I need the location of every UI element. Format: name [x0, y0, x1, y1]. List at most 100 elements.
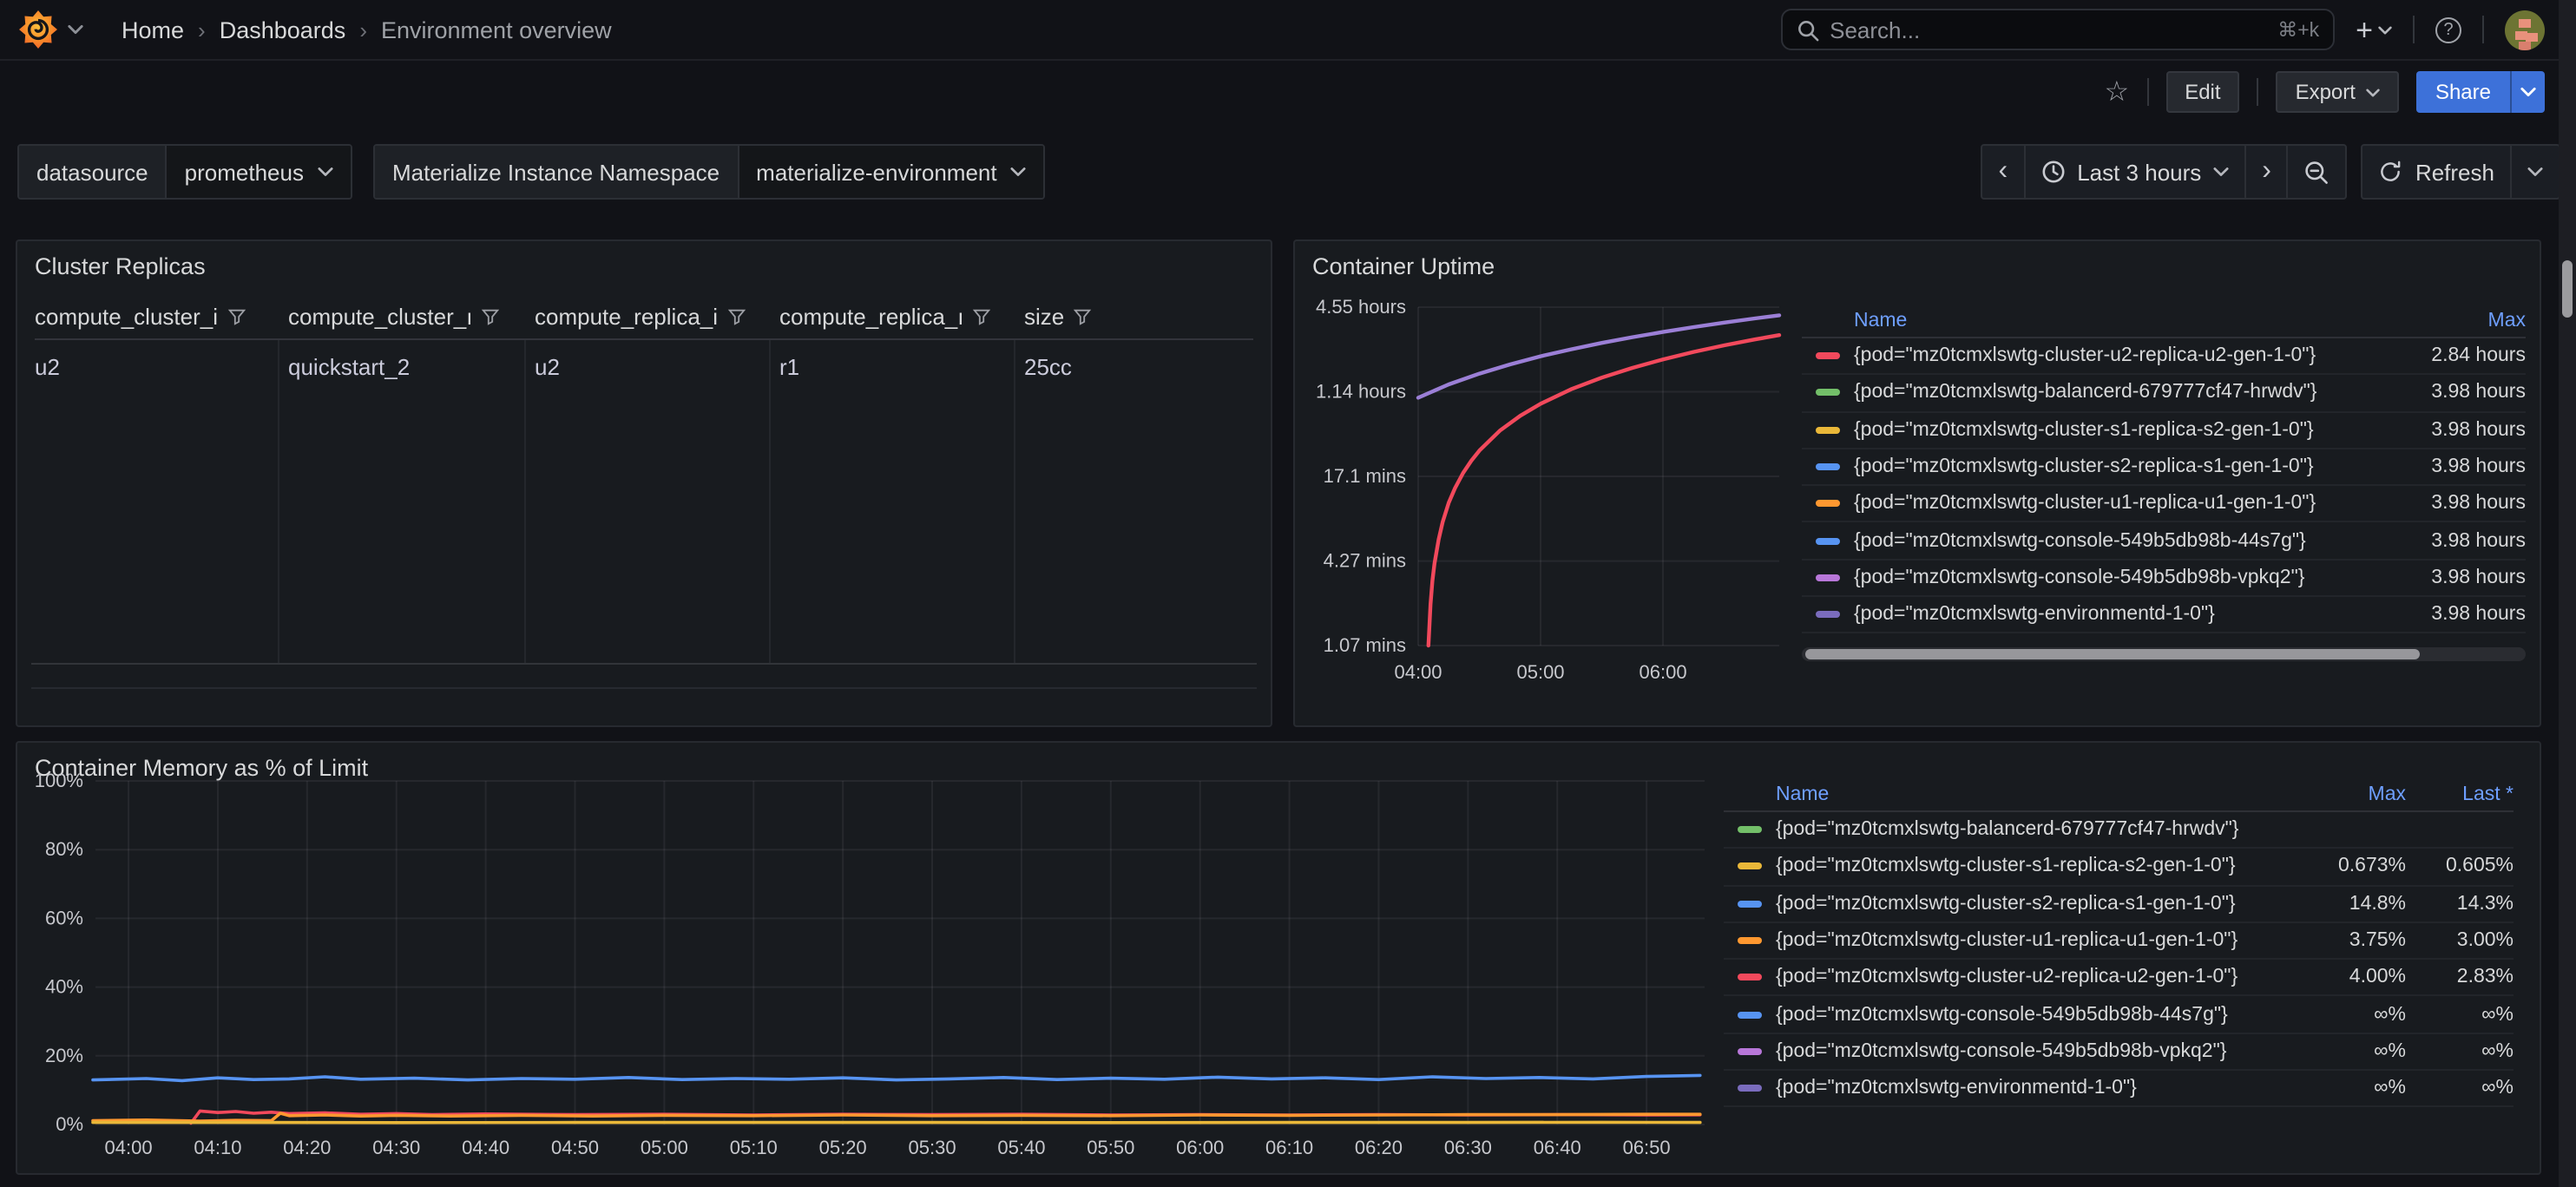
edit-label: Edit [2185, 80, 2220, 104]
divider [2257, 78, 2259, 106]
legend-series-name[interactable]: {pod="mz0tcmxlswtg-environmentd-1-0"} [1854, 604, 2404, 625]
legend-max-value: 3.98 hours [2404, 456, 2526, 477]
share-button[interactable]: Share [2416, 71, 2510, 113]
time-shift-forward-button[interactable]: › [2244, 146, 2287, 198]
legend-row: {pod="mz0tcmxlswtg-cluster-s1-replica-s2… [1802, 412, 2526, 449]
table-cell: r1 [779, 354, 1024, 380]
x-axis-tick-label: 06:50 [1623, 1137, 1671, 1158]
page-scrollbar-thumb[interactable] [2562, 260, 2573, 318]
legend-last-header[interactable]: Last * [2406, 784, 2514, 804]
y-axis-tick-label: 80% [45, 838, 83, 860]
legend-name-header[interactable]: Name [1776, 784, 2305, 804]
export-button[interactable]: Export [2277, 71, 2399, 113]
scrollbar-thumb[interactable] [1805, 650, 2421, 660]
grafana-dashboard: Home › Dashboards › Environment overview… [0, 0, 2576, 1187]
column-header-compute_cluster_ı[interactable]: compute_cluster_ı [288, 304, 535, 330]
y-axis-tick-label: 1.14 hours [1316, 381, 1406, 403]
chevron-left-icon: ‹ [1999, 158, 2008, 186]
variable-datasource-label: datasource [19, 146, 166, 198]
legend-max-header[interactable]: Max [2305, 784, 2406, 804]
series-color-dash-icon [1738, 900, 1762, 907]
table-row: u2quickstart_2u2r125cc [35, 354, 1267, 380]
filter-funnel-icon[interactable] [972, 307, 991, 326]
legend-series-name[interactable]: {pod="mz0tcmxlswtg-cluster-s1-replica-s2… [1776, 856, 2305, 877]
legend-series-name[interactable]: {pod="mz0tcmxlswtg-console-549b5db98b-vp… [1776, 1041, 2305, 1062]
x-axis-tick-label: 05:30 [909, 1137, 956, 1158]
legend-series-name[interactable]: {pod="mz0tcmxlswtg-cluster-u1-replica-u1… [1854, 494, 2404, 515]
share-dropdown-button[interactable] [2510, 71, 2545, 113]
add-new-button[interactable]: + [2356, 15, 2392, 44]
column-header-compute_cluster_i[interactable]: compute_cluster_i [35, 304, 288, 330]
legend-series-name[interactable]: {pod="mz0tcmxlswtg-cluster-u2-replica-u2… [1854, 345, 2404, 366]
breadcrumb-home[interactable]: Home [122, 16, 184, 43]
legend-row: {pod="mz0tcmxlswtg-balancerd-679777cf47-… [1724, 812, 2514, 849]
edit-button[interactable]: Edit [2165, 71, 2239, 113]
refresh-interval-button[interactable] [2510, 146, 2559, 198]
x-axis-tick-label: 04:10 [194, 1137, 241, 1158]
clock-icon [2040, 160, 2065, 184]
legend-series-name[interactable]: {pod="mz0tcmxlswtg-cluster-s1-replica-s2… [1854, 419, 2404, 440]
time-range-picker[interactable]: Last 3 hours [2023, 146, 2244, 198]
filter-funnel-icon[interactable] [1073, 307, 1092, 326]
y-axis-tick-label: 100% [35, 770, 83, 791]
column-header-compute_replica_ı[interactable]: compute_replica_ı [779, 304, 1024, 330]
legend-series-name[interactable]: {pod="mz0tcmxlswtg-environmentd-1-0"} [1776, 1078, 2305, 1098]
series-color-dash-icon [1738, 863, 1762, 870]
filter-funnel-icon[interactable] [726, 307, 746, 326]
variable-datasource-select[interactable]: prometheus [166, 146, 351, 198]
legend-name-header[interactable]: Name [1854, 310, 2404, 331]
legend-series-name[interactable]: {pod="mz0tcmxlswtg-cluster-u1-replica-u1… [1776, 930, 2305, 951]
user-avatar[interactable] [2505, 10, 2545, 49]
series-color-dash-icon [1738, 1048, 1762, 1055]
grafana-logo-button[interactable] [17, 9, 83, 50]
series-color-dash-icon [1816, 501, 1840, 508]
breadcrumb-separator-icon: › [198, 16, 206, 43]
legend-series-name[interactable]: {pod="mz0tcmxlswtg-cluster-s2-replica-s1… [1776, 893, 2305, 914]
y-axis-tick-label: 40% [45, 976, 83, 998]
legend-max-value: 3.98 hours [2404, 567, 2526, 588]
legend-max-value: ∞% [2305, 1041, 2406, 1062]
column-header-compute_replica_i[interactable]: compute_replica_i [535, 304, 779, 330]
refresh-button[interactable]: Refresh [2363, 146, 2510, 198]
breadcrumb-dashboards[interactable]: Dashboards [220, 16, 346, 43]
divider [2413, 16, 2415, 43]
legend-series-name[interactable]: {pod="mz0tcmxlswtg-balancerd-679777cf47-… [1776, 819, 2305, 840]
panel-container-memory: Container Memory as % of Limit 0%20%40%6… [16, 741, 2541, 1175]
memory-legend: Name Max Last * {pod="mz0tcmxlswtg-balan… [1724, 777, 2514, 1108]
column-separator [1014, 340, 1015, 663]
legend-series-name[interactable]: {pod="mz0tcmxlswtg-cluster-u2-replica-u2… [1776, 967, 2305, 988]
legend-max-value: 3.75% [2305, 930, 2406, 951]
panel-title: Container Uptime [1312, 253, 1495, 279]
legend-series-name[interactable]: {pod="mz0tcmxlswtg-cluster-s2-replica-s1… [1854, 456, 2404, 477]
legend-max-header[interactable]: Max [2404, 310, 2526, 331]
chevron-down-icon [2378, 25, 2392, 34]
legend-max-value: 3.98 hours [2404, 530, 2526, 551]
x-axis-tick-label: 06:30 [1444, 1137, 1492, 1158]
legend-series-name[interactable]: {pod="mz0tcmxlswtg-console-549b5db98b-vp… [1854, 567, 2404, 588]
y-axis-tick-label: 1.07 mins [1324, 634, 1406, 656]
legend-series-name[interactable]: {pod="mz0tcmxlswtg-console-549b5db98b-44… [1776, 1004, 2305, 1025]
legend-row: {pod="mz0tcmxlswtg-console-549b5db98b-vp… [1724, 1034, 2514, 1072]
legend-max-value: ∞% [2305, 1004, 2406, 1025]
legend-max-value: 2.84 hours [2404, 345, 2526, 366]
legend-series-name[interactable]: {pod="mz0tcmxlswtg-balancerd-679777cf47-… [1854, 383, 2404, 403]
zoom-out-button[interactable] [2287, 146, 2346, 198]
legend-row: {pod="mz0tcmxlswtg-console-549b5db98b-44… [1724, 997, 2514, 1034]
filter-funnel-icon[interactable] [481, 307, 500, 326]
nav-chevron-down-icon[interactable] [68, 24, 83, 35]
chevron-down-icon [2520, 87, 2536, 97]
column-header-size[interactable]: size [1024, 304, 1267, 330]
variable-namespace-select[interactable]: materialize-environment [737, 146, 1043, 198]
filter-funnel-icon[interactable] [227, 307, 246, 326]
legend-series-name[interactable]: {pod="mz0tcmxlswtg-console-549b5db98b-44… [1854, 530, 2404, 551]
help-icon[interactable]: ? [2435, 16, 2461, 43]
legend-header: Name Max Last * [1724, 777, 2514, 812]
x-axis-tick-label: 06:00 [1640, 661, 1687, 683]
legend-last-value: 0.605% [2406, 856, 2514, 877]
y-axis-tick-label: 17.1 mins [1324, 465, 1406, 487]
search-input[interactable]: Search... ⌘+k [1781, 9, 2335, 50]
star-favorite-icon[interactable]: ☆ [2105, 75, 2130, 109]
table-header-row: compute_cluster_icompute_cluster_ıcomput… [35, 304, 1267, 330]
variable-namespace-value: materialize-environment [756, 159, 996, 185]
time-shift-back-button[interactable]: ‹ [1983, 146, 2024, 198]
